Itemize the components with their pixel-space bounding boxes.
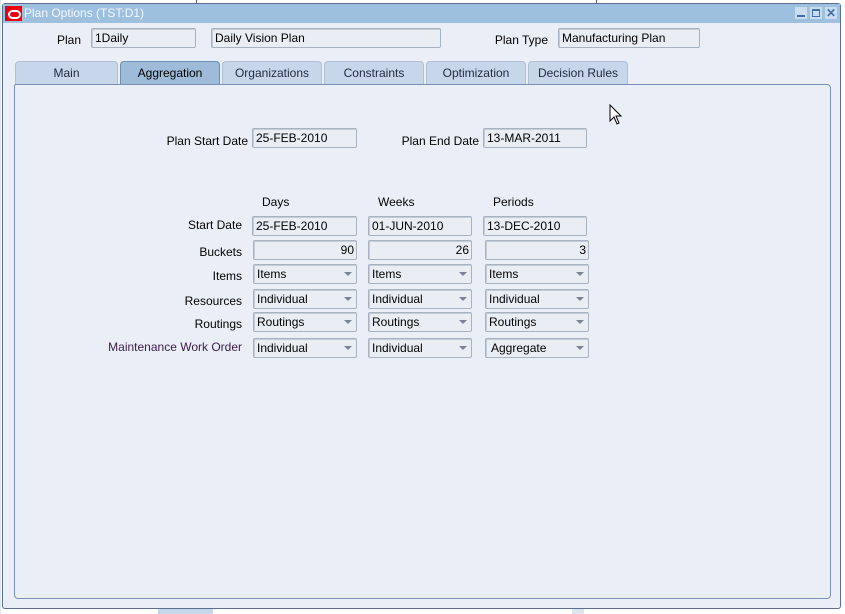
oracle-logo-icon [5, 6, 22, 21]
plan-end-date-label: Plan End Date [401, 134, 479, 148]
plan-start-date-field[interactable]: 25-FEB-2010 [252, 128, 357, 148]
days-resources-select[interactable]: Individual [253, 289, 357, 309]
tab-label: Optimization [442, 66, 510, 80]
select-value: Routings [257, 315, 305, 329]
days-buckets-field[interactable]: 90 [253, 240, 357, 260]
weeks-items-select[interactable]: Items [368, 264, 472, 284]
close-icon[interactable]: ✕ [825, 7, 837, 19]
tab-organizations[interactable]: Organizations [222, 61, 322, 84]
select-value: Routings [372, 315, 420, 329]
select-value: Aggregate [491, 341, 547, 355]
title-bar[interactable]: Plan Options (TST:D1) ✕ [3, 4, 840, 23]
periods-routings-select[interactable]: Routings [485, 312, 589, 332]
tab-label: Decision Rules [537, 66, 619, 80]
start-date-label: Start Date [187, 218, 242, 232]
weeks-maintenance-select[interactable]: Individual [368, 338, 472, 358]
weeks-routings-select[interactable]: Routings [368, 312, 472, 332]
chevron-down-icon[interactable] [344, 346, 352, 350]
plan-description-field[interactable]: Daily Vision Plan [211, 28, 441, 48]
chevron-down-icon[interactable] [576, 320, 584, 324]
tab-decision-rules[interactable]: Decision Rules [528, 61, 628, 84]
column-header-days: Days [262, 195, 290, 209]
select-value: Routings [489, 315, 537, 329]
buckets-label: Buckets [199, 245, 242, 259]
maintenance-work-order-label: Maintenance Work Order [108, 340, 242, 354]
plan-label: Plan [56, 33, 81, 47]
tab-label: Aggregation [137, 66, 203, 80]
periods-buckets-field[interactable]: 3 [485, 240, 589, 260]
periods-maintenance-select[interactable]: Aggregate [485, 338, 589, 358]
chevron-down-icon[interactable] [576, 297, 584, 301]
tab-label: Organizations [234, 66, 310, 80]
plan-type-field[interactable]: Manufacturing Plan [558, 28, 700, 48]
plan-type-label: Plan Type [494, 33, 548, 47]
select-value: Items [257, 267, 287, 281]
select-value: Individual [257, 341, 308, 355]
weeks-buckets-field[interactable]: 26 [368, 240, 472, 260]
maximize-icon[interactable] [810, 7, 822, 19]
weeks-start-date-field[interactable]: 01-JUN-2010 [368, 216, 472, 236]
select-value: Individual [489, 292, 540, 306]
plan-end-date-field[interactable]: 13-MAR-2011 [483, 128, 587, 148]
chevron-down-icon[interactable] [576, 346, 584, 350]
tab-label: Main [53, 66, 80, 80]
routings-label: Routings [194, 317, 242, 331]
days-items-select[interactable]: Items [253, 264, 357, 284]
chevron-down-icon[interactable] [344, 320, 352, 324]
chevron-down-icon[interactable] [576, 272, 584, 276]
column-header-periods: Periods [493, 195, 534, 209]
select-value: Individual [372, 292, 423, 306]
chevron-down-icon[interactable] [459, 320, 467, 324]
tab-constraints[interactable]: Constraints [324, 61, 424, 84]
chevron-down-icon[interactable] [459, 272, 467, 276]
items-label: Items [212, 269, 242, 283]
chevron-down-icon[interactable] [459, 346, 467, 350]
column-header-weeks: Weeks [378, 195, 415, 209]
days-maintenance-select[interactable]: Individual [253, 338, 357, 358]
weeks-resources-select[interactable]: Individual [368, 289, 472, 309]
tab-optimization[interactable]: Optimization [426, 61, 526, 84]
chevron-down-icon[interactable] [344, 272, 352, 276]
window-title: Plan Options (TST:D1) [24, 6, 145, 20]
periods-start-date-field[interactable]: 13-DEC-2010 [483, 216, 587, 236]
plan-field[interactable]: 1Daily [91, 28, 196, 48]
periods-items-select[interactable]: Items [485, 264, 589, 284]
mouse-cursor-icon [609, 104, 623, 125]
resources-label: Resources [184, 294, 242, 308]
tab-label: Constraints [343, 66, 405, 80]
chevron-down-icon[interactable] [344, 297, 352, 301]
plan-start-date-label: Plan Start Date [166, 134, 248, 148]
days-start-date-field[interactable]: 25-FEB-2010 [252, 216, 357, 236]
background-fragment [572, 609, 584, 614]
select-value: Items [489, 267, 519, 281]
select-value: Individual [372, 341, 423, 355]
select-value: Items [372, 267, 402, 281]
chevron-down-icon[interactable] [459, 297, 467, 301]
periods-resources-select[interactable]: Individual [485, 289, 589, 309]
background-fragment [158, 609, 213, 614]
background-divider [0, 0, 1, 614]
tab-main[interactable]: Main [15, 61, 118, 84]
select-value: Individual [257, 292, 308, 306]
days-routings-select[interactable]: Routings [253, 312, 357, 332]
minimize-icon[interactable] [795, 7, 807, 19]
tab-aggregation[interactable]: Aggregation [120, 61, 220, 85]
